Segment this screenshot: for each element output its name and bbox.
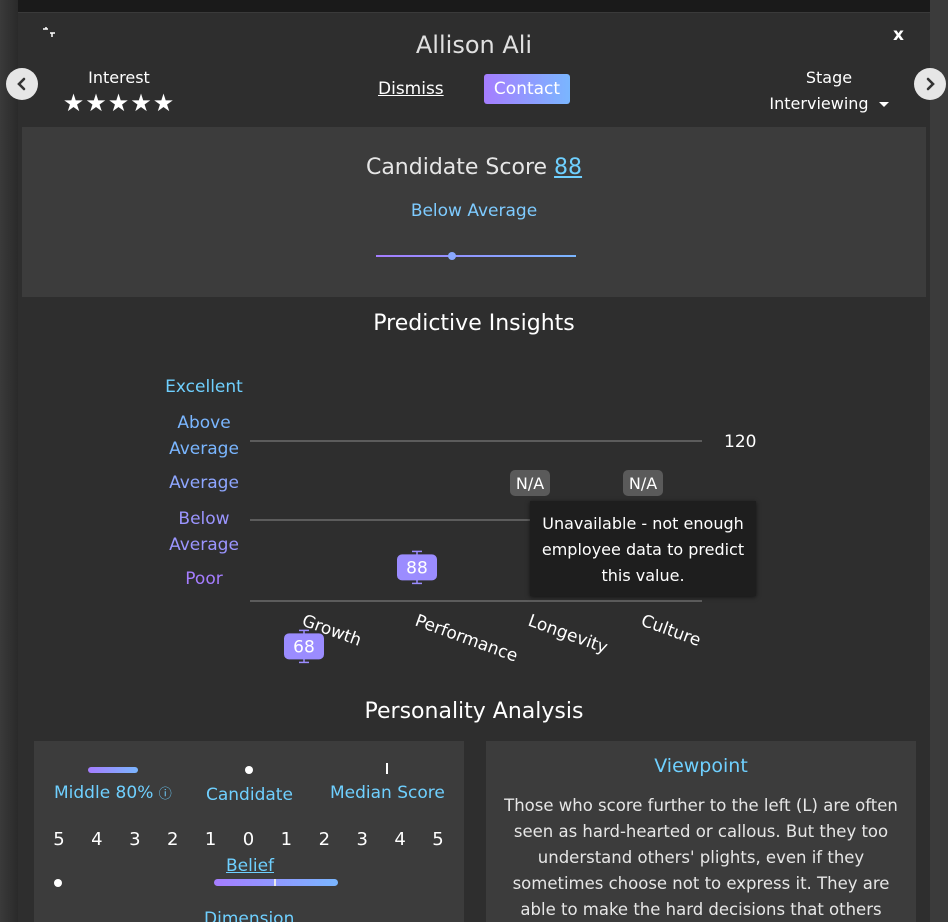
legend-median: Median Score bbox=[330, 751, 445, 803]
scale-number: 2 bbox=[166, 829, 179, 850]
score-value-link[interactable]: 88 bbox=[554, 155, 582, 180]
y-level-label: Average bbox=[169, 473, 239, 493]
y-level-label: Above Average bbox=[169, 413, 239, 459]
next-candidate-button[interactable] bbox=[914, 68, 946, 100]
star-icon[interactable]: ★ bbox=[130, 89, 153, 117]
scale-number: 2 bbox=[318, 829, 331, 850]
predictive-insights-title: Predictive Insights bbox=[373, 311, 575, 336]
interest-label: Interest bbox=[88, 68, 150, 87]
chevron-left-icon bbox=[17, 77, 26, 91]
candidate-score-title: Candidate Score 88 bbox=[22, 155, 926, 180]
dimension-link[interactable]: Dimension bbox=[204, 909, 294, 922]
star-icon[interactable]: ★ bbox=[63, 89, 86, 117]
star-icon[interactable]: ★ bbox=[85, 89, 108, 117]
scale-number: 5 bbox=[432, 829, 444, 850]
legend-candidate-label: Candidate bbox=[206, 785, 293, 805]
stage-value: Interviewing bbox=[769, 94, 869, 113]
reference-line-label: 120 bbox=[724, 432, 756, 452]
y-level-label: Excellent bbox=[165, 377, 243, 397]
score-title-label: Candidate Score bbox=[365, 155, 548, 180]
score-indicator-dot bbox=[448, 252, 456, 260]
star-icon[interactable]: ★ bbox=[108, 89, 131, 117]
belief-candidate-dot bbox=[54, 879, 62, 887]
score-marker-label: 68 bbox=[293, 637, 315, 657]
belief-median-tick bbox=[274, 879, 276, 886]
scale-number: 1 bbox=[204, 829, 217, 850]
y-level-label: Poor bbox=[185, 569, 222, 589]
scale-number: 5 bbox=[53, 829, 65, 850]
background-window-edge-left bbox=[0, 0, 18, 922]
legend-candidate-dot bbox=[245, 766, 254, 774]
insights-chart-svg: 120 Excellent Above Average Average Below Aver… bbox=[165, 361, 756, 667]
viewpoint-title: Viewpoint bbox=[654, 755, 748, 777]
x-category-label: Longevity bbox=[525, 611, 610, 658]
na-marker-label: N/A bbox=[629, 474, 657, 493]
belief-middle-range-bar bbox=[214, 879, 338, 886]
background-window-edge-right bbox=[930, 0, 948, 922]
y-level-label: Below Average bbox=[169, 509, 239, 555]
score-indicator-track bbox=[376, 255, 576, 257]
na-marker-label: N/A bbox=[516, 474, 544, 493]
stage-dropdown[interactable]: Interviewing bbox=[764, 94, 894, 113]
star-icon[interactable]: ★ bbox=[153, 89, 176, 117]
scale-number: 3 bbox=[356, 829, 368, 850]
dimension-belief-link[interactable]: Belief bbox=[226, 856, 274, 876]
scale-number: 3 bbox=[129, 829, 141, 850]
candidate-score-section: Candidate Score 88 Below Average bbox=[22, 127, 926, 297]
legend-middle-bar bbox=[87, 767, 138, 773]
star-rating: ★★★★★ bbox=[54, 89, 184, 117]
score-description: Below Average bbox=[410, 201, 538, 221]
modal-header: x Allison Ali Interest ★★★★★ Dismiss Con… bbox=[6, 13, 946, 127]
predictive-insights-chart: 120 Excellent Above Average Average Below Aver… bbox=[18, 353, 930, 673]
contact-button[interactable]: Contact bbox=[484, 74, 570, 104]
personality-analysis-title: Personality Analysis bbox=[364, 699, 584, 724]
info-icon[interactable]: ⓘ bbox=[159, 787, 172, 802]
stage-label: Stage bbox=[805, 68, 853, 87]
legend-median-label: Median Score bbox=[330, 783, 445, 803]
viewpoint-panel: Viewpoint Those who score further to the… bbox=[486, 741, 916, 922]
viewpoint-text: Those who score further to the left (L) … bbox=[504, 796, 898, 919]
personality-dimension-panel: Middle 80% ⓘ Candidate Median Score 5 4 3 2… bbox=[34, 741, 464, 922]
legend-middle-label: Middle 80% ⓘ bbox=[54, 783, 172, 803]
scale-number: 4 bbox=[91, 829, 103, 850]
scale-number: 0 bbox=[242, 829, 255, 850]
score-indicator bbox=[376, 251, 576, 261]
x-category-label: Performance bbox=[412, 611, 520, 667]
scale-number: 1 bbox=[280, 829, 293, 850]
dismiss-link[interactable]: Dismiss bbox=[378, 79, 444, 99]
legend-candidate: Candidate bbox=[206, 751, 293, 805]
previous-candidate-button[interactable] bbox=[6, 68, 38, 100]
chevron-right-icon bbox=[926, 77, 935, 91]
stage-selector: Stage Interviewing bbox=[764, 68, 894, 113]
dimension-scale: 5 4 3 2 1 0 1 2 3 4 5 bbox=[34, 829, 464, 851]
interest-rating: Interest ★★★★★ bbox=[54, 68, 184, 117]
unavailable-tooltip: Unavailable - not enough employee data t… bbox=[530, 501, 756, 596]
x-category-label: Culture bbox=[638, 611, 703, 651]
score-marker-label: 88 bbox=[406, 558, 428, 578]
candidate-name: Allison Ali bbox=[415, 31, 533, 59]
caret-down-icon bbox=[878, 102, 889, 107]
legend-middle: Middle 80% ⓘ bbox=[54, 751, 172, 803]
candidate-modal: x Allison Ali Interest ★★★★★ Dismiss Con… bbox=[6, 12, 946, 922]
legend-median-tick bbox=[386, 763, 389, 774]
scale-number: 4 bbox=[394, 829, 406, 850]
